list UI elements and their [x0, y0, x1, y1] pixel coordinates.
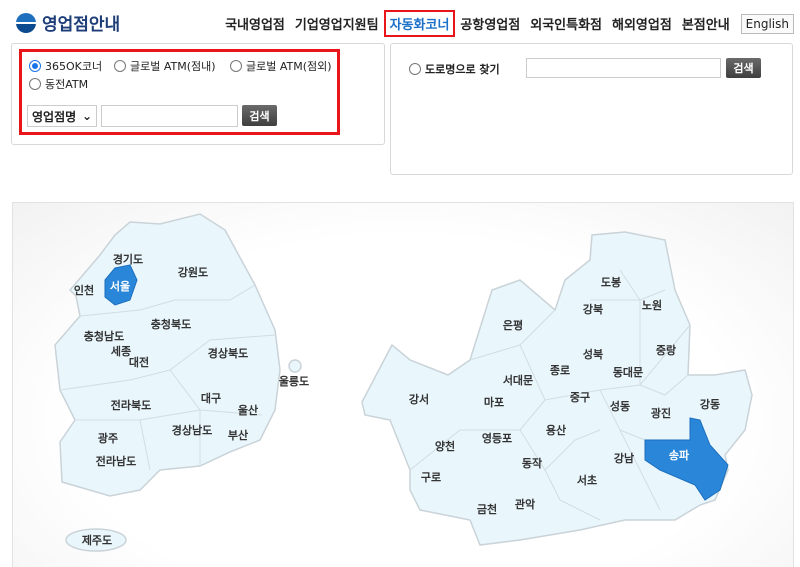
region-gangwon[interactable]: 강원도 [178, 264, 208, 280]
district-gwangjin[interactable]: 광진 [651, 405, 671, 421]
region-gyeonggi[interactable]: 경기도 [113, 251, 143, 267]
district-songpa[interactable]: 송파 [669, 447, 689, 463]
region-incheon[interactable]: 인천 [74, 282, 94, 298]
district-gangnam[interactable]: 강남 [614, 450, 634, 466]
region-ulsan[interactable]: 울산 [238, 402, 258, 418]
region-daegu[interactable]: 대구 [201, 390, 221, 406]
region-busan[interactable]: 부산 [228, 427, 248, 443]
district-jongno[interactable]: 종로 [550, 362, 570, 378]
district-gwanak[interactable]: 관악 [515, 496, 535, 512]
region-jeonnam[interactable]: 전라남도 [96, 453, 136, 469]
district-seongdong[interactable]: 성동 [610, 398, 630, 414]
district-yeongdeungpo[interactable]: 영등포 [482, 430, 512, 446]
region-gwangju[interactable]: 광주 [98, 430, 118, 446]
district-geumcheon[interactable]: 금천 [477, 501, 497, 517]
region-daejeon[interactable]: 대전 [129, 354, 149, 370]
district-seodaemun[interactable]: 서대문 [503, 372, 533, 388]
district-seocho[interactable]: 서초 [577, 472, 597, 488]
region-jeonbuk[interactable]: 전라북도 [111, 397, 151, 413]
district-yongsan[interactable]: 용산 [546, 422, 566, 438]
district-gangdong[interactable]: 강동 [700, 396, 720, 412]
region-chungnam[interactable]: 충청남도 [84, 328, 124, 344]
district-dongjak[interactable]: 동작 [522, 455, 542, 471]
region-gyeongbuk[interactable]: 경상북도 [208, 345, 248, 361]
district-eunpyeong[interactable]: 은평 [503, 317, 523, 333]
district-dobong[interactable]: 도봉 [601, 274, 621, 290]
district-mapo[interactable]: 마포 [484, 394, 504, 410]
region-gyeongnam[interactable]: 경상남도 [172, 422, 212, 438]
district-guro[interactable]: 구로 [421, 469, 441, 485]
region-seoul[interactable]: 서울 [110, 278, 130, 294]
ulleungdo-island[interactable] [288, 359, 302, 373]
region-ulleungdo[interactable]: 울릉도 [279, 373, 309, 389]
district-seongbuk[interactable]: 성북 [583, 346, 603, 362]
region-jeju[interactable]: 제주도 [82, 532, 112, 548]
district-junggu[interactable]: 중구 [570, 389, 590, 405]
district-gangseo[interactable]: 강서 [409, 391, 429, 407]
district-dongdaemun[interactable]: 동대문 [613, 364, 643, 380]
district-yangcheon[interactable]: 양천 [435, 438, 455, 454]
district-nowon[interactable]: 노원 [642, 297, 662, 313]
district-gangbuk[interactable]: 강북 [583, 301, 603, 317]
district-jungnang[interactable]: 중랑 [656, 342, 676, 358]
region-chungbuk[interactable]: 충청북도 [151, 316, 191, 332]
seoul-outline[interactable] [361, 231, 753, 546]
